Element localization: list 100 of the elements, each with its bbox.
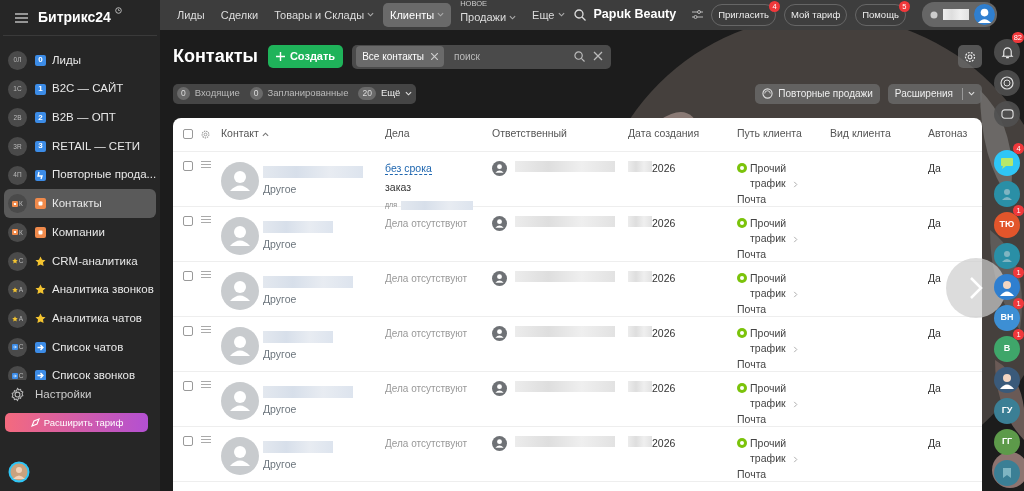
search-icon[interactable] [574, 51, 586, 62]
arrow-icon [35, 370, 46, 380]
digit-icon: 3 [35, 140, 46, 152]
drag-handle-icon[interactable] [201, 435, 211, 443]
date-text: 2026 [652, 325, 676, 341]
date-text: 2026 [652, 270, 676, 286]
nav-tab[interactable]: Сделки [213, 2, 266, 27]
nav-tab[interactable]: Товары и Склады [267, 2, 382, 27]
settings-button[interactable] [958, 45, 982, 68]
square-icon [35, 198, 46, 210]
search-icon[interactable] [573, 8, 586, 21]
close-icon[interactable] [593, 51, 604, 61]
chevron-icon [437, 12, 445, 18]
repeat-icon [35, 169, 46, 181]
user-icon [492, 215, 507, 231]
row-checkbox[interactable] [183, 160, 193, 171]
user-icon [492, 270, 507, 286]
chevron-right-icon [793, 401, 798, 408]
chevron-right-icon [793, 236, 798, 243]
chevron-icon [968, 91, 975, 96]
date-text: 2026 [652, 435, 676, 451]
nav-tab[interactable]: Клиенты [383, 2, 452, 27]
column-header[interactable]: Автоназ [928, 126, 968, 142]
column-header[interactable]: Путь клиента [737, 126, 802, 142]
menu-icon[interactable] [15, 12, 28, 23]
contact-type: Другое [263, 237, 298, 253]
row-checkbox[interactable] [183, 435, 193, 446]
star-icon [35, 313, 46, 325]
digit-icon: 1 [35, 83, 46, 95]
row-checkbox[interactable] [183, 215, 193, 226]
blurred-date [628, 160, 652, 172]
chevron-icon [405, 91, 413, 96]
row-checkbox[interactable] [183, 325, 193, 336]
repeat-icon [762, 88, 774, 99]
blurred-name [263, 330, 333, 343]
square-icon [35, 226, 46, 238]
user-icon [492, 325, 507, 341]
empty-deals: Дела отсутствуют [385, 382, 467, 394]
gear-icon [964, 50, 976, 63]
column-header[interactable]: Вид клиента [830, 126, 891, 142]
drag-handle-icon[interactable] [201, 325, 211, 333]
blurred-name [942, 9, 969, 21]
sliders-icon[interactable] [692, 10, 704, 20]
column-header[interactable]: Дата создания [628, 126, 700, 142]
counter-badge: 0 [249, 87, 263, 100]
close-icon[interactable] [431, 53, 438, 60]
empty-deals: Дела отсутствуют [385, 327, 467, 339]
chevron-right-icon [793, 181, 798, 188]
bell-icon [1000, 45, 1014, 59]
source-name: Прочий трафик [750, 270, 788, 302]
deadline-link[interactable]: без срока [385, 161, 432, 175]
user-avatar-icon[interactable] [8, 461, 30, 483]
chevron-icon [557, 12, 565, 18]
avatar-icon [221, 436, 259, 475]
counter-filter[interactable]: 0 Входящие [177, 86, 240, 101]
plus-icon [275, 52, 285, 61]
user-menu[interactable] [921, 2, 997, 28]
source-name: Прочий трафик [750, 325, 788, 357]
source-name: Прочий трафик [750, 160, 788, 192]
row-checkbox[interactable] [183, 380, 193, 391]
nav-tab[interactable]: Лиды [170, 2, 212, 27]
source-icon [737, 327, 747, 338]
counter-filter[interactable]: 0 Запланированные [249, 86, 349, 101]
star-icon [35, 255, 46, 267]
settings-link[interactable]: Настройки [35, 386, 92, 404]
auto-name-value: Да [928, 436, 941, 449]
upgrade-button[interactable]: Расширить тариф [5, 413, 148, 433]
nav-tab[interactable]: Продажи [453, 5, 524, 30]
search-field[interactable]: Все контакты поиск [352, 44, 612, 69]
blurred-date [628, 325, 652, 337]
person-icon [1000, 187, 1014, 201]
channel-name: Почта [737, 247, 767, 262]
chevron-right-icon [793, 456, 798, 463]
source-name: Прочий трафик [750, 380, 788, 412]
blurred-date [628, 215, 652, 227]
contact-type: Другое [263, 292, 298, 308]
drag-handle-icon[interactable] [201, 215, 211, 223]
select-all-checkbox[interactable] [183, 129, 193, 139]
source-icon [737, 162, 747, 173]
channel-name: Почта [737, 302, 767, 317]
digit-icon: 0 [35, 54, 46, 66]
counter-filter[interactable]: 20 Ещё [358, 86, 413, 101]
blurred-date [628, 270, 652, 282]
column-header[interactable]: Ответственный [492, 126, 567, 142]
nav-tab[interactable]: Еще [525, 2, 572, 27]
blurred-date [628, 380, 652, 392]
source-icon [737, 272, 747, 283]
filter-chip[interactable]: Все контакты [356, 46, 444, 67]
drag-handle-icon[interactable] [201, 270, 211, 278]
avatar-icon [221, 381, 259, 420]
row-checkbox[interactable] [183, 270, 193, 281]
settings-icon [10, 387, 25, 403]
auto-name-value: Да [928, 161, 941, 174]
column-header[interactable]: Дела [385, 126, 410, 142]
drag-handle-icon[interactable] [201, 380, 211, 388]
column-header[interactable]: Контакт [221, 126, 269, 142]
blurred-name [263, 220, 333, 233]
repeat-sales-button[interactable]: Повторные продажи [755, 83, 880, 104]
drag-handle-icon[interactable] [201, 160, 211, 168]
page-title: Контакты [173, 45, 258, 68]
